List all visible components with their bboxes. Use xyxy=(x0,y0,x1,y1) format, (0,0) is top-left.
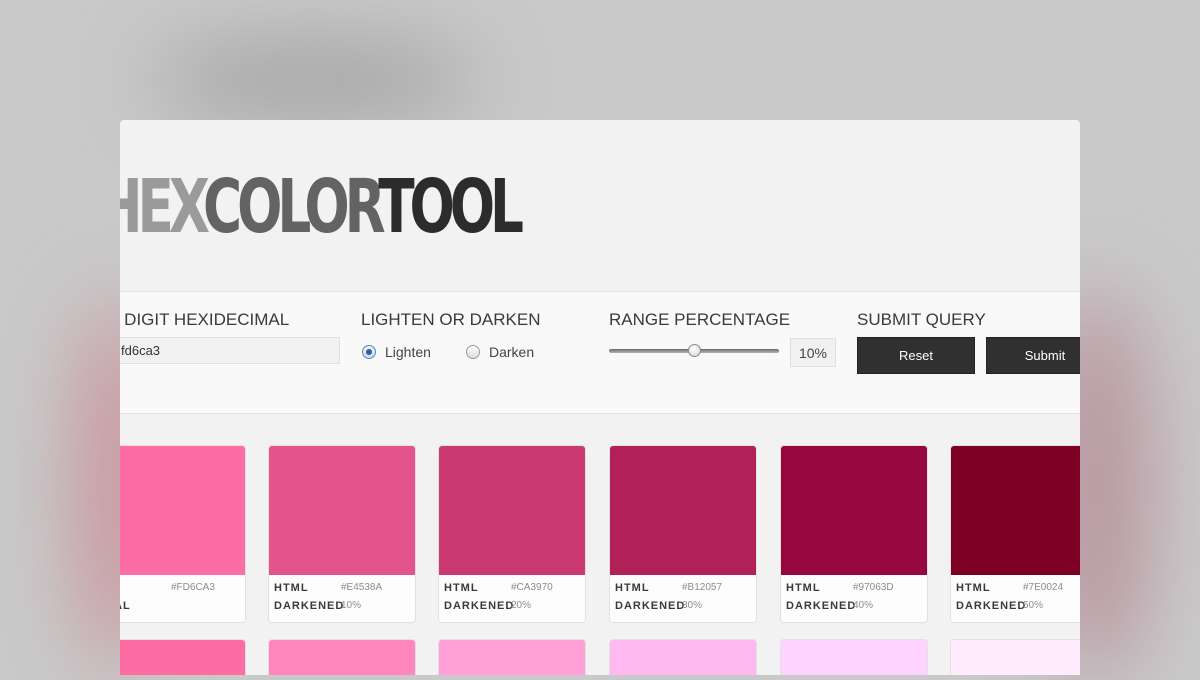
darken-label: Darken xyxy=(489,344,535,360)
swatch-card[interactable] xyxy=(950,639,1080,675)
radio-circle[interactable] xyxy=(466,345,480,359)
swatch-info: HTML #7E0024 DARKENED 50% xyxy=(951,575,1080,622)
swatch-percent: 10% xyxy=(341,600,362,611)
app-window: HEXCOLORTOOL 6 DIGIT HEXIDECIMAL LIGHTEN… xyxy=(120,120,1080,675)
app-logo: HEXCOLORTOOL xyxy=(120,170,524,244)
swatch-color[interactable] xyxy=(610,446,756,575)
swatch-type: DARKENED xyxy=(274,600,345,612)
swatch-color[interactable] xyxy=(951,446,1080,575)
swatch-card[interactable]: HTML#FD6CA3ORIGINAL xyxy=(120,445,246,623)
submit-button[interactable]: Submit xyxy=(986,337,1080,374)
swatch-percent: 40% xyxy=(853,600,874,611)
swatch-type: ORIGINAL xyxy=(120,600,131,612)
hex-label: 6 DIGIT HEXIDECIMAL xyxy=(120,310,290,329)
swatch-info: HTML #E4538A DARKENED 10% xyxy=(269,575,415,622)
swatch-color[interactable] xyxy=(269,446,415,575)
swatch-card[interactable]: HTML #B12057 DARKENED 30% xyxy=(609,445,757,623)
swatch-type: DARKENED xyxy=(786,600,857,612)
swatch-html-label: HTML xyxy=(615,582,650,594)
swatch-info: HTML #97063D DARKENED 40% xyxy=(781,575,927,622)
swatch-color[interactable] xyxy=(439,446,585,575)
lighten-label: Lighten xyxy=(385,344,431,360)
background-shadow xyxy=(150,40,480,120)
swatch-hex: #7E0024 xyxy=(1023,582,1064,593)
darken-radio[interactable]: Darken xyxy=(466,344,534,360)
swatch-card[interactable] xyxy=(120,639,246,675)
swatch-card[interactable]: HTML #7E0024 DARKENED 50% xyxy=(950,445,1080,623)
swatch-card[interactable] xyxy=(268,639,416,675)
swatch-type: DARKENED xyxy=(444,600,515,612)
swatch-card[interactable] xyxy=(438,639,586,675)
swatch-hex: #97063D xyxy=(853,582,894,593)
swatch-info: HTML #B12057 DARKENED 30% xyxy=(610,575,756,622)
swatch-percent: 50% xyxy=(1023,600,1044,611)
swatch-color[interactable] xyxy=(120,446,245,575)
swatch-html-label: HTML xyxy=(444,582,479,594)
controls-bar: 6 DIGIT HEXIDECIMAL LIGHTEN OR DARKEN Li… xyxy=(120,291,1080,414)
range-value: 10% xyxy=(790,338,836,367)
swatch-color[interactable] xyxy=(781,640,927,675)
swatch-color[interactable] xyxy=(269,640,415,675)
mode-label: LIGHTEN OR DARKEN xyxy=(361,310,541,329)
swatch-color[interactable] xyxy=(439,640,585,675)
logo-hex: HEX xyxy=(120,164,208,250)
swatch-percent: 20% xyxy=(511,600,532,611)
swatch-html-label: HTML xyxy=(956,582,991,594)
swatch-card[interactable]: HTML #E4538A DARKENED 10% xyxy=(268,445,416,623)
swatch-type: DARKENED xyxy=(956,600,1027,612)
swatch-html-label: HTML xyxy=(274,582,309,594)
swatch-info: HTML #CA3970 DARKENED 20% xyxy=(439,575,585,622)
swatch-html-label: HTML xyxy=(786,582,821,594)
swatch-color[interactable] xyxy=(120,640,245,675)
swatch-type: DARKENED xyxy=(615,600,686,612)
swatch-hex: #B12057 xyxy=(682,582,723,593)
swatch-color[interactable] xyxy=(610,640,756,675)
swatch-hex: #CA3970 xyxy=(511,582,553,593)
swatch-percent: 30% xyxy=(682,600,703,611)
submit-label: SUBMIT QUERY xyxy=(857,310,986,329)
reset-button[interactable]: Reset xyxy=(857,337,975,374)
range-slider-thumb[interactable] xyxy=(687,344,701,357)
lighten-radio[interactable]: Lighten xyxy=(362,344,431,360)
logo-tool: TOOL xyxy=(378,164,524,250)
swatch-card[interactable]: HTML #97063D DARKENED 40% xyxy=(780,445,928,623)
swatch-card[interactable]: HTML #CA3970 DARKENED 20% xyxy=(438,445,586,623)
swatch-info: HTML#FD6CA3ORIGINAL xyxy=(120,575,245,622)
swatch-hex: #E4538A xyxy=(341,582,383,593)
swatch-color[interactable] xyxy=(951,640,1080,675)
logo-color: COLOR xyxy=(203,164,383,250)
swatch-card[interactable] xyxy=(780,639,928,675)
radio-circle[interactable] xyxy=(362,345,376,359)
range-label: RANGE PERCENTAGE xyxy=(609,310,791,329)
swatch-hex: #FD6CA3 xyxy=(171,582,215,593)
swatch-card[interactable] xyxy=(609,639,757,675)
hex-input[interactable] xyxy=(120,337,340,364)
swatch-color[interactable] xyxy=(781,446,927,575)
